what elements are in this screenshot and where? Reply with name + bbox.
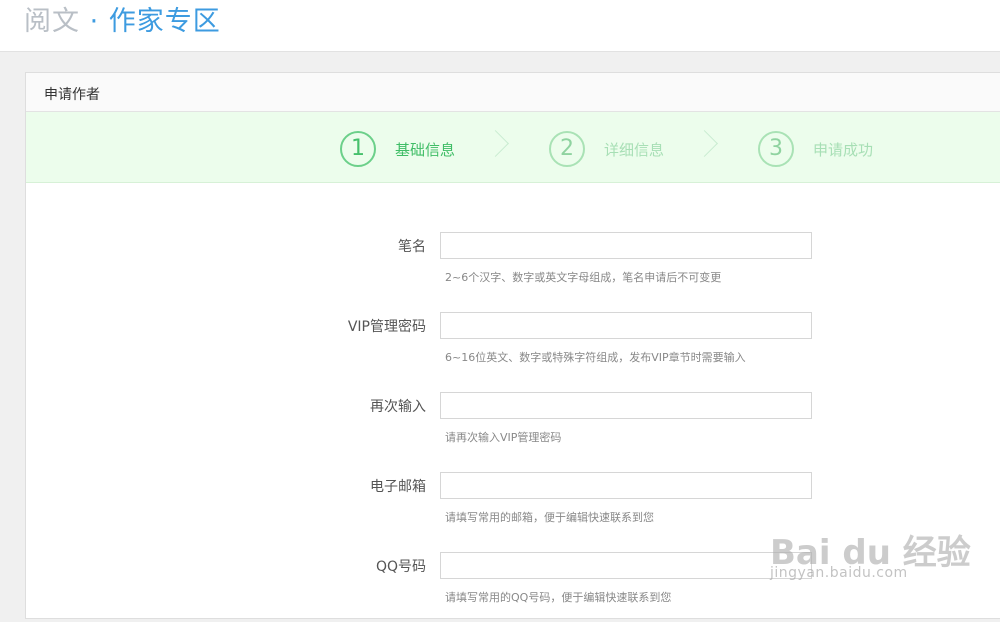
watermark-url: jingyan.baidu.com (770, 565, 908, 581)
vip-password-label: VIP管理密码 (347, 319, 426, 335)
vip-password-input[interactable] (440, 312, 812, 339)
qq-label: QQ号码 (375, 559, 426, 575)
confirm-password-hint: 请再次输入VIP管理密码 (445, 431, 562, 444)
panel-header: 申请作者 (26, 73, 1000, 112)
watermark: Bai du 经验 jingyan.baidu.com (770, 503, 971, 593)
step-number: 3 (758, 131, 794, 167)
form-row-confirm-password: 再次输入 请再次输入VIP管理密码 (26, 392, 1000, 462)
pen-name-hint: 2~6个汉字、数字或英文字母组成，笔名申请后不可变更 (445, 271, 722, 284)
form-row-pen-name: 笔名 2~6个汉字、数字或英文字母组成，笔名申请后不可变更 (26, 232, 1000, 302)
top-bar: 阅文 · 作家专区 (0, 0, 1000, 52)
vip-password-hint: 6~16位英文、数字或特殊字符组成，发布VIP章节时需要输入 (445, 351, 746, 364)
pen-name-label: 笔名 (398, 239, 426, 255)
chevron-right-icon (691, 130, 718, 157)
brand-name: 阅文 (24, 6, 80, 37)
form-row-vip-password: VIP管理密码 6~16位英文、数字或特殊字符组成，发布VIP章节时需要输入 (26, 312, 1000, 382)
brand-separator: · (80, 6, 109, 37)
step-label: 基础信息 (395, 141, 456, 159)
chevron-right-icon (482, 130, 509, 157)
email-field[interactable] (440, 472, 812, 499)
brand-section: 作家专区 (108, 6, 221, 37)
qq-number-input[interactable] (440, 552, 812, 579)
site-logo[interactable]: 阅文 · 作家专区 (24, 4, 221, 40)
panel-title: 申请作者 (44, 87, 100, 103)
step-number: 2 (549, 131, 585, 167)
qq-hint: 请填写常用的QQ号码，便于编辑快速联系到您 (445, 591, 672, 604)
pen-name-input[interactable] (440, 232, 812, 259)
email-label: 电子邮箱 (370, 479, 426, 495)
confirm-password-input[interactable] (440, 392, 812, 419)
step-label: 申请成功 (813, 141, 874, 159)
step-label: 详细信息 (604, 141, 665, 159)
step-number: 1 (340, 131, 376, 167)
confirm-password-label: 再次输入 (370, 399, 426, 415)
email-hint: 请填写常用的邮箱，便于编辑快速联系到您 (445, 511, 654, 524)
progress-steps: 1 基础信息 2 详细信息 3 申请成功 (26, 112, 1000, 183)
